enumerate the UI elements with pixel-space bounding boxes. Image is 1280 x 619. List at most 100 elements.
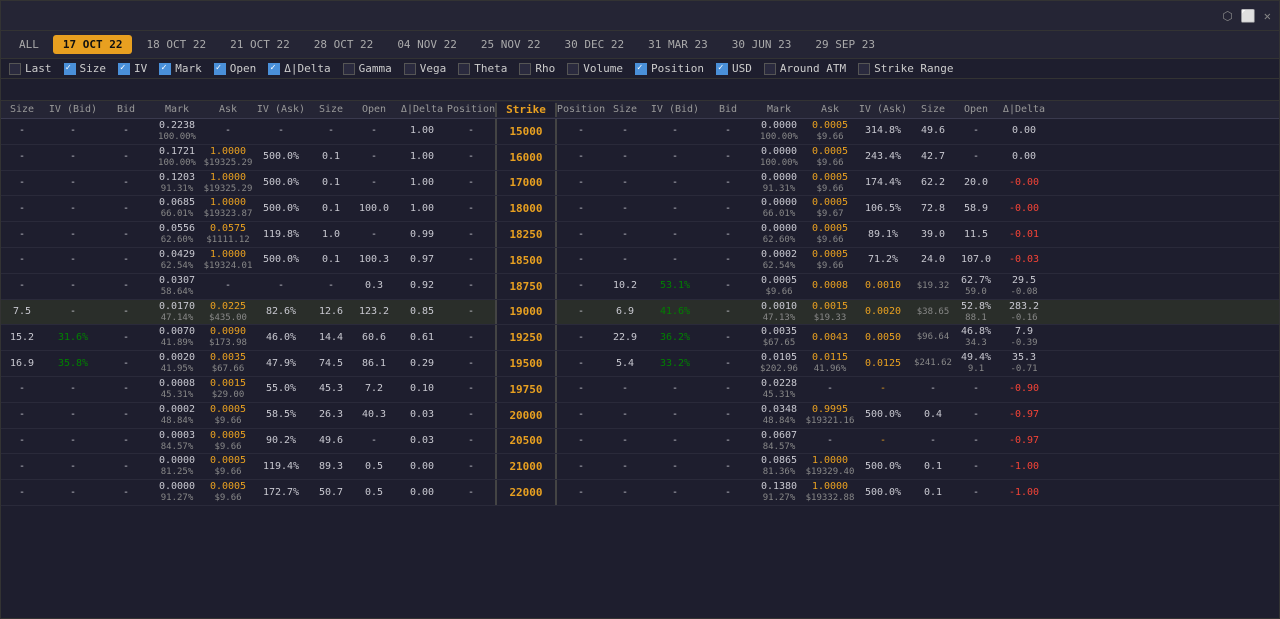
close-icon[interactable]: ✕ [1264,9,1271,23]
tab-30dec22[interactable]: 30 DEC 22 [555,35,635,54]
filter-position-checkbox[interactable] [635,63,647,75]
table-cell: 11.5 [953,222,999,247]
table-cell: 60.6 [351,325,397,350]
col-puts-size2: Size [913,103,953,117]
filter-delta-checkbox[interactable] [268,63,280,75]
table-cell: - [555,377,605,402]
table-cell: - [43,196,103,221]
table-row[interactable]: ---0.000845.31%0.0015$29.0055.0%45.37.20… [1,377,1279,403]
filter-volume-checkbox[interactable] [567,63,579,75]
table-cell: 0.0005$9.66 [807,145,853,170]
table-row[interactable]: ---0.042962.54%1.0000$19324.01500.0%0.11… [1,248,1279,274]
table-row[interactable]: ---0.000384.57%0.0005$9.6690.2%49.6-0.03… [1,429,1279,455]
filter-gamma-checkbox[interactable] [343,63,355,75]
tab-04nov22[interactable]: 04 NOV 22 [387,35,467,54]
table-cell: - [1,145,43,170]
filter-size[interactable]: Size [64,62,107,75]
table-cell: 0.99 [397,222,447,247]
table-cell: 58.5% [251,403,311,428]
table-cell: 172.7% [251,480,311,505]
table-row[interactable]: ---0.055662.60%0.0575$1111.12119.8%1.0-0… [1,222,1279,248]
table-cell: 243.4% [853,145,913,170]
table-cell: 0.3 [351,274,397,299]
filter-mark-checkbox[interactable] [159,63,171,75]
tab-17oct22[interactable]: 17 OCT 22 [53,35,133,54]
table-cell: 0.03 [397,403,447,428]
strike-cell: 18750 [497,274,555,299]
maximize-icon[interactable]: ⬜ [1241,9,1256,23]
filter-iv-checkbox[interactable] [118,63,130,75]
tab-29sep23[interactable]: 29 SEP 23 [805,35,885,54]
filter-position[interactable]: Position [635,62,704,75]
table-row[interactable]: ---0.2238100.00%----1.00-15000----0.0000… [1,119,1279,145]
table-cell: - [351,222,397,247]
filter-strike-range[interactable]: Strike Range [858,62,953,75]
table-cell: - [555,480,605,505]
table-cell: - [43,480,103,505]
tab-31mar23[interactable]: 31 MAR 23 [638,35,718,54]
table-row[interactable]: ---0.000081.25%0.0005$9.66119.4%89.30.50… [1,454,1279,480]
filter-usd-checkbox[interactable] [716,63,728,75]
strike-cell: 19000 [497,300,555,325]
table-row[interactable]: ---0.068566.01%1.0000$19323.87500.0%0.11… [1,196,1279,222]
table-cell: - [205,274,251,299]
table-cell: 0.007041.89% [149,325,205,350]
table-cell: 74.5 [311,351,351,376]
table-cell: 0.022845.31% [751,377,807,402]
table-cell: - [555,119,605,144]
filter-around-atm[interactable]: Around ATM [764,62,846,75]
table-cell: - [43,403,103,428]
table-cell: 500.0% [853,454,913,479]
filter-vega[interactable]: Vega [404,62,447,75]
table-cell: 0.0005$9.66 [807,171,853,196]
table-cell: 16.9 [1,351,43,376]
table-cell: 41.6% [645,300,705,325]
filter-usd[interactable]: USD [716,62,752,75]
table-cell: - [953,403,999,428]
table-cell: 0.1 [311,248,351,273]
table-row[interactable]: 7.5--0.017047.14%0.0225$435.0082.6%12.61… [1,300,1279,326]
filter-rho[interactable]: Rho [519,62,555,75]
filter-volume[interactable]: Volume [567,62,623,75]
tab-21oct22[interactable]: 21 OCT 22 [220,35,300,54]
tab-30jun23[interactable]: 30 JUN 23 [722,35,802,54]
filter-theta-checkbox[interactable] [458,63,470,75]
filter-size-checkbox[interactable] [64,63,76,75]
tab-18oct22[interactable]: 18 OCT 22 [136,35,216,54]
table-cell: - [705,454,751,479]
filter-iv[interactable]: IV [118,62,147,75]
filter-strike-range-checkbox[interactable] [858,63,870,75]
tab-28oct22[interactable]: 28 OCT 22 [304,35,384,54]
table-cell: 0.9995$19321.16 [807,403,853,428]
col-puts-delta: Δ|Delta [999,103,1049,117]
table-row[interactable]: ---0.120391.31%1.0000$19325.29500.0%0.1-… [1,171,1279,197]
tab-25nov22[interactable]: 25 NOV 22 [471,35,551,54]
filter-theta[interactable]: Theta [458,62,507,75]
table-cell: - [705,248,751,273]
filter-mark[interactable]: Mark [159,62,202,75]
filter-open-checkbox[interactable] [214,63,226,75]
table-row[interactable]: 16.935.8%-0.002041.95%0.0035$67.6647.9%7… [1,351,1279,377]
filter-last-checkbox[interactable] [9,63,21,75]
filter-gamma[interactable]: Gamma [343,62,392,75]
table-row[interactable]: ---0.1721100.00%1.0000$19325.29500.0%0.1… [1,145,1279,171]
table-cell: - [103,429,149,454]
table-row[interactable]: ---0.030758.64%---0.30.92-18750-10.253.1… [1,274,1279,300]
filter-mark-label: Mark [175,62,202,75]
tab-all[interactable]: ALL [9,35,49,54]
table-cell: - [43,248,103,273]
filter-around-atm-checkbox[interactable] [764,63,776,75]
table-row[interactable]: 15.231.6%-0.007041.89%0.0090$173.9846.0%… [1,325,1279,351]
table-cell: 0.5 [351,454,397,479]
filter-open[interactable]: Open [214,62,257,75]
filter-rho-checkbox[interactable] [519,63,531,75]
filter-vega-checkbox[interactable] [404,63,416,75]
filter-delta[interactable]: Δ|Delta [268,62,330,75]
settings-icon[interactable]: ⬡ [1222,9,1232,23]
table-cell: - [807,377,853,402]
table-cell: - [645,429,705,454]
table-row[interactable]: ---0.000248.84%0.0005$9.6658.5%26.340.30… [1,403,1279,429]
table-row[interactable]: ---0.000091.27%0.0005$9.66172.7%50.70.50… [1,480,1279,506]
filter-last[interactable]: Last [9,62,52,75]
table-cell: - [645,377,705,402]
